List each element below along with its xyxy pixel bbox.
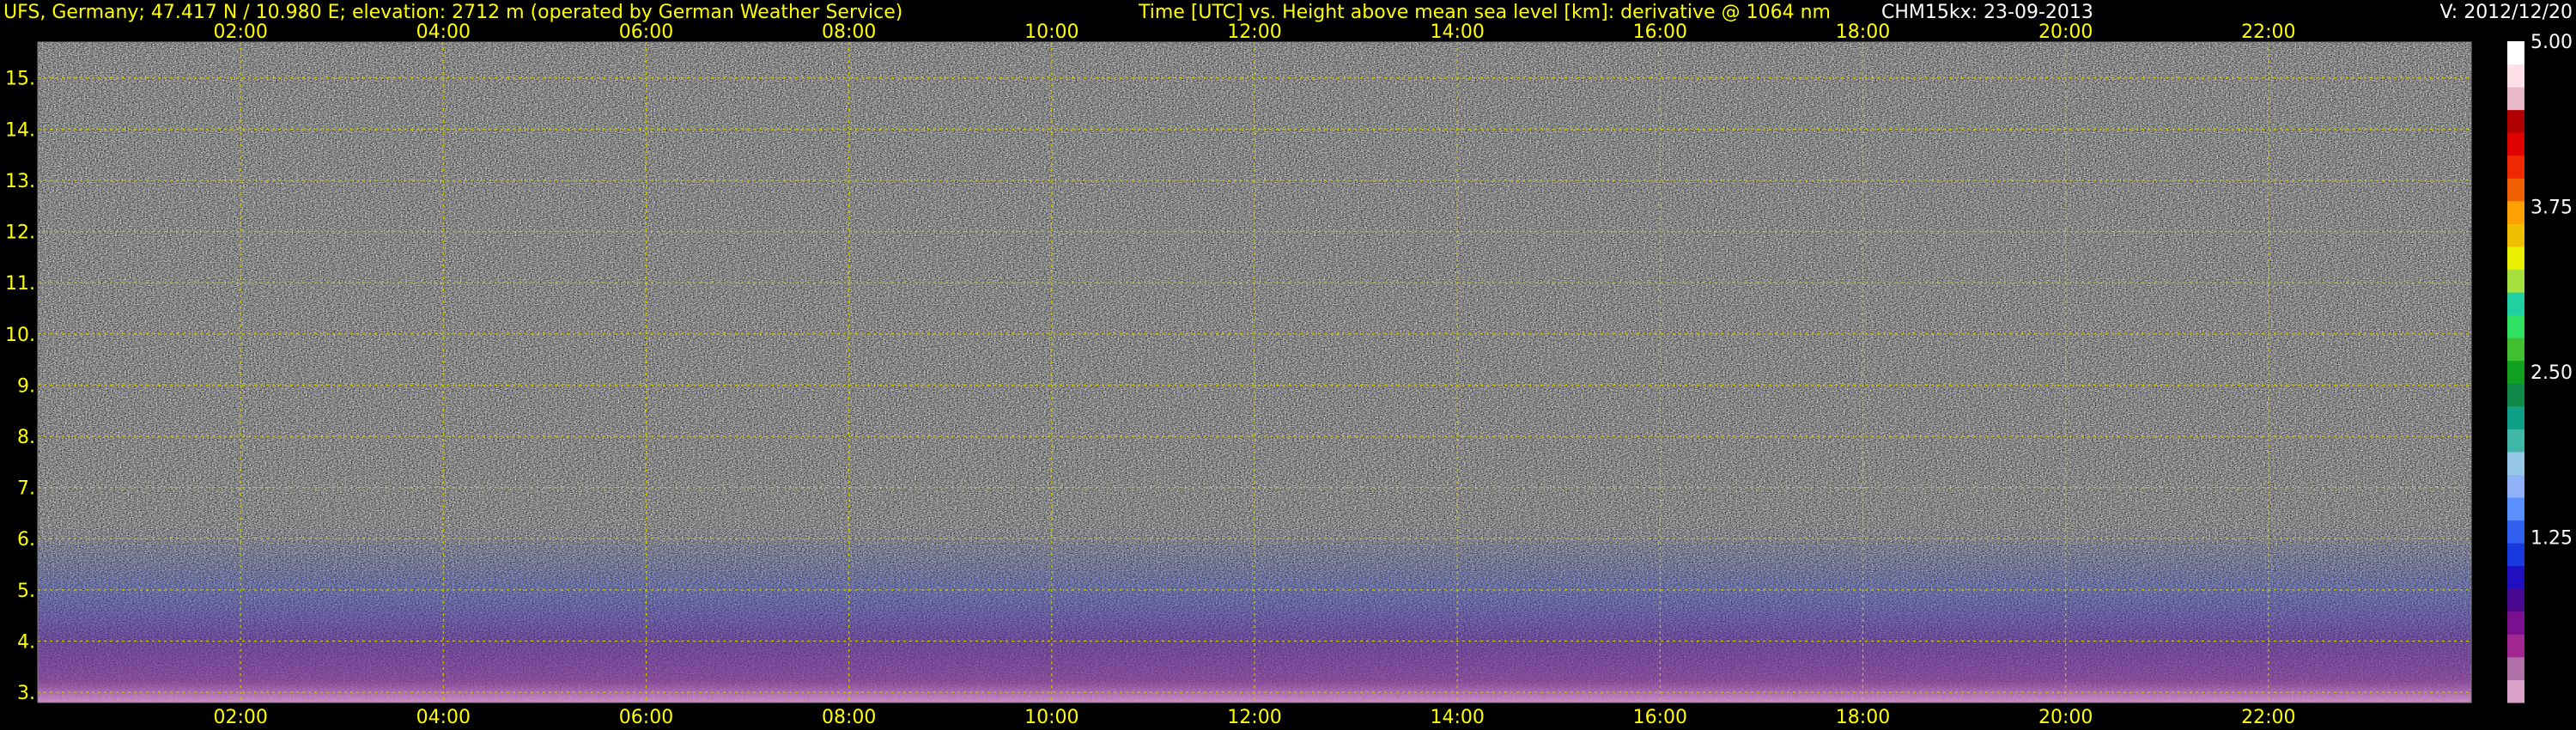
colorbar-segment: [2507, 87, 2524, 111]
x-tick-label-top: 20:00: [2038, 21, 2093, 43]
y-tick-label: 13.: [5, 171, 35, 192]
colorbar-tick-label: 1.25: [2530, 528, 2573, 550]
x-tick-label-top: 22:00: [2241, 21, 2295, 43]
x-tick-label-top: 06:00: [619, 21, 673, 43]
x-tick-label-bottom: 14:00: [1430, 707, 1484, 728]
colorbar-segment: [2507, 588, 2524, 612]
y-tick-label: 5.: [17, 581, 35, 602]
colorbar-tick-label: 2.50: [2530, 362, 2573, 384]
x-tick-label-top: 12:00: [1227, 21, 1281, 43]
colorbar-segment: [2507, 520, 2524, 544]
y-tick-label: 3.: [17, 683, 35, 704]
colorbar-segment: [2507, 451, 2524, 475]
x-tick-label-bottom: 18:00: [1836, 707, 1890, 728]
version-label: V: 2012/12/20: [2440, 2, 2573, 23]
x-tick-label-top: 14:00: [1430, 21, 1484, 43]
x-tick-label-top: 18:00: [1836, 21, 1890, 43]
y-tick-label: 14.: [5, 119, 35, 141]
colorbar-segment: [2507, 269, 2524, 293]
colorbar-segment: [2507, 611, 2524, 635]
colorbar-tick-label: 5.00: [2530, 32, 2573, 53]
plot-area: [38, 42, 2471, 703]
colorbar-segment: [2507, 338, 2524, 362]
y-tick-label: 7.: [17, 478, 35, 500]
x-tick-label-bottom: 02:00: [213, 707, 267, 728]
x-tick-label-bottom: 16:00: [1633, 707, 1687, 728]
colorbar-tick-label: 3.75: [2530, 198, 2573, 219]
colorbar-segment: [2507, 656, 2524, 680]
colorbar-segment: [2507, 314, 2524, 338]
station-info: UFS, Germany; 47.417 N / 10.980 E; eleva…: [3, 2, 902, 23]
colorbar-segment: [2507, 634, 2524, 658]
x-tick-label-bottom: 22:00: [2241, 707, 2295, 728]
y-tick-label: 10.: [5, 325, 35, 346]
colorbar-segment: [2507, 41, 2524, 65]
colorbar-segment: [2507, 543, 2524, 567]
y-axis: 3. 4. 5. 6. 7. 8. 9. 10. 11. 12. 13. 14. 15.: [5, 69, 35, 704]
colorbar-segment: [2507, 679, 2524, 703]
colorbar-segment: [2507, 429, 2524, 453]
colorbar-segment: [2507, 223, 2524, 247]
colorbar-segment: [2507, 474, 2524, 498]
x-axis-bottom: 02:00 04:00 06:00 08:00 10:00 12:00 14:00 16:00…: [213, 707, 2295, 728]
y-tick-label: 12.: [5, 222, 35, 244]
ceilometer-figure: UFS, Germany; 47.417 N / 10.980 E; eleva…: [3, 2, 2573, 728]
colorbar-segment: [2507, 565, 2524, 589]
colorbar-segment: [2507, 178, 2524, 202]
colorbar-segment: [2507, 246, 2524, 271]
x-tick-label-bottom: 06:00: [619, 707, 673, 728]
y-tick-label: 15.: [5, 69, 35, 90]
y-tick-label: 11.: [5, 273, 35, 295]
colorbar-segment: [2507, 405, 2524, 429]
y-tick-label: 9.: [17, 375, 35, 397]
colorbar-segment: [2507, 383, 2524, 407]
colorbar-segment: [2507, 292, 2524, 316]
x-tick-label-top: 08:00: [822, 21, 876, 43]
x-tick-label-top: 04:00: [416, 21, 471, 43]
x-tick-label-bottom: 10:00: [1024, 707, 1078, 728]
y-tick-label: 6.: [17, 529, 35, 551]
colorbar: 5.00 3.75 2.50 1.25: [2507, 32, 2573, 703]
colorbar-segment: [2507, 64, 2524, 88]
x-tick-label-bottom: 08:00: [822, 707, 876, 728]
colorbar-segment: [2507, 497, 2524, 521]
x-tick-label-bottom: 20:00: [2038, 707, 2093, 728]
colorbar-segment: [2507, 155, 2524, 179]
colorbar-segment: [2507, 132, 2524, 156]
colorbar-segment: [2507, 109, 2524, 133]
colorbar-segment: [2507, 360, 2524, 384]
x-tick-label-bottom: 12:00: [1227, 707, 1281, 728]
x-axis-top: 02:00 04:00 06:00 08:00 10:00 12:00 14:00 16:00…: [213, 21, 2295, 43]
y-tick-label: 8.: [17, 427, 35, 448]
x-tick-label-top: 10:00: [1024, 21, 1078, 43]
x-tick-label-bottom: 04:00: [416, 707, 471, 728]
x-tick-label-top: 02:00: [213, 21, 267, 43]
x-tick-label-top: 16:00: [1633, 21, 1687, 43]
y-tick-label: 4.: [17, 631, 35, 653]
chart-title: Time [UTC] vs. Height above mean sea lev…: [1138, 2, 1831, 23]
colorbar-segment: [2507, 200, 2524, 224]
instrument-date: CHM15kx: 23-09-2013: [1881, 2, 2093, 23]
